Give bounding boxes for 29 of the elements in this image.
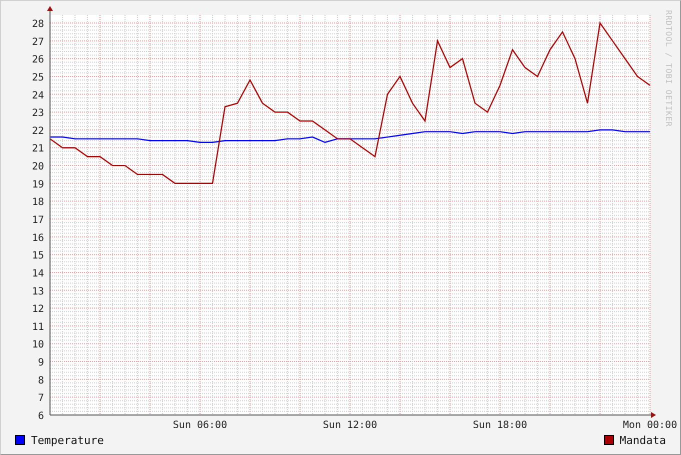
- y-tick-label: 24: [32, 90, 44, 102]
- y-tick-label: 20: [32, 162, 44, 173]
- y-tick-label: 11: [32, 322, 44, 333]
- y-tick-label: 6: [38, 411, 44, 422]
- y-tick-label: 10: [32, 340, 44, 351]
- y-tick-label: 21: [32, 144, 44, 155]
- y-tick-label: 7: [38, 393, 44, 404]
- y-tick-label: 27: [32, 36, 44, 48]
- y-tick-label: 18: [32, 197, 44, 208]
- y-tick-label: 13: [32, 286, 44, 298]
- y-tick-label: 15: [32, 250, 44, 262]
- x-tick-label: Sun 18:00: [472, 420, 528, 428]
- y-tick-label: 8: [38, 375, 44, 386]
- legend-label: Temperature: [31, 434, 104, 446]
- y-tick-label: 28: [32, 19, 44, 30]
- y-tick-label: 22: [32, 126, 44, 137]
- y-tick-label: 9: [38, 358, 44, 369]
- x-tick-label: Mon 00:00: [622, 420, 678, 428]
- y-tick-label: 14: [32, 268, 44, 280]
- y-tick-label: 19: [32, 179, 44, 190]
- x-tick-label: Sun 12:00: [322, 420, 378, 428]
- legend-label: Mandata: [620, 434, 666, 446]
- x-tick-label: Sun 06:00: [172, 420, 228, 428]
- y-tick-label: 12: [32, 304, 44, 316]
- y-tick-label: 25: [32, 72, 44, 84]
- y-tick-label: 23: [32, 108, 44, 120]
- y-tick-label: 26: [32, 54, 44, 66]
- y-tick-label: 16: [32, 232, 44, 244]
- y-tick-label: 17: [32, 215, 44, 226]
